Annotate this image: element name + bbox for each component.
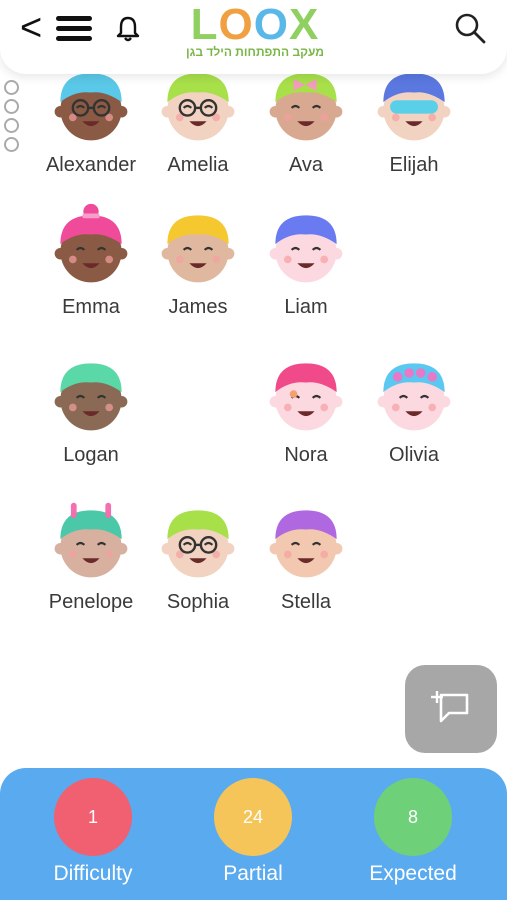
app-header: < LOOX מעקב התפתחות הילד בגן: [0, 0, 507, 74]
stat-difficulty[interactable]: 1 Difficulty: [28, 778, 158, 886]
child-avatar: [261, 497, 351, 587]
child-card[interactable]: Nora: [252, 350, 360, 467]
child-name: Ava: [288, 154, 324, 176]
child-avatar: [153, 497, 243, 587]
logo-subtitle: מעקב התפתחות הילד בגן: [186, 45, 324, 59]
add-note-button[interactable]: [405, 665, 497, 753]
partial-count: 24: [214, 778, 292, 856]
child-avatar: [46, 202, 136, 292]
child-name: James: [168, 296, 228, 318]
child-card[interactable]: Liam: [252, 202, 360, 319]
child-card[interactable]: Amelia: [144, 60, 252, 177]
child-name: Olivia: [388, 444, 439, 466]
expected-count: 8: [374, 778, 452, 856]
child-name: Nora: [284, 444, 328, 466]
child-avatar: [261, 350, 351, 440]
child-card[interactable]: Alexander: [37, 60, 145, 177]
child-name: Elijah: [389, 154, 439, 176]
add-note-icon: [431, 691, 469, 723]
bell-icon[interactable]: [114, 14, 142, 44]
stat-expected[interactable]: 8 Expected: [348, 778, 478, 886]
stat-partial[interactable]: 24 Partial: [188, 778, 318, 886]
child-name: Stella: [280, 591, 332, 613]
logo-text: LOOX: [190, 0, 320, 49]
app-logo: LOOX מעקב התפתחות הילד בגן: [180, 0, 330, 60]
child-card[interactable]: Olivia: [360, 350, 468, 467]
stats-footer: 1 Difficulty 24 Partial 8 Expected: [0, 768, 507, 900]
child-card[interactable]: Sophia: [144, 497, 252, 614]
child-card[interactable]: Stella: [252, 497, 360, 614]
difficulty-label: Difficulty: [53, 862, 133, 885]
expected-label: Expected: [369, 862, 457, 885]
back-button[interactable]: <: [20, 8, 42, 48]
child-card[interactable]: Penelope: [37, 497, 145, 614]
scroll-indicator[interactable]: [4, 80, 19, 156]
child-name: Sophia: [166, 591, 230, 613]
child-avatar: [261, 202, 351, 292]
child-avatar: [369, 350, 459, 440]
child-name: Emma: [62, 296, 120, 318]
partial-label: Partial: [223, 862, 283, 885]
child-name: Liam: [284, 296, 328, 318]
search-icon[interactable]: [452, 10, 488, 46]
child-card[interactable]: Logan: [37, 350, 145, 467]
child-name: Logan: [63, 444, 119, 466]
difficulty-count: 1: [54, 778, 132, 856]
child-avatar: [46, 497, 136, 587]
child-avatar: [46, 350, 136, 440]
child-card[interactable]: Ava: [252, 60, 360, 177]
child-card[interactable]: James: [144, 202, 252, 319]
child-name: Amelia: [167, 154, 229, 176]
child-name: Penelope: [48, 591, 134, 613]
child-card[interactable]: Emma: [37, 202, 145, 319]
menu-icon[interactable]: [56, 16, 92, 42]
child-name: Alexander: [45, 154, 137, 176]
child-avatar: [153, 202, 243, 292]
child-card[interactable]: Elijah: [360, 60, 468, 177]
